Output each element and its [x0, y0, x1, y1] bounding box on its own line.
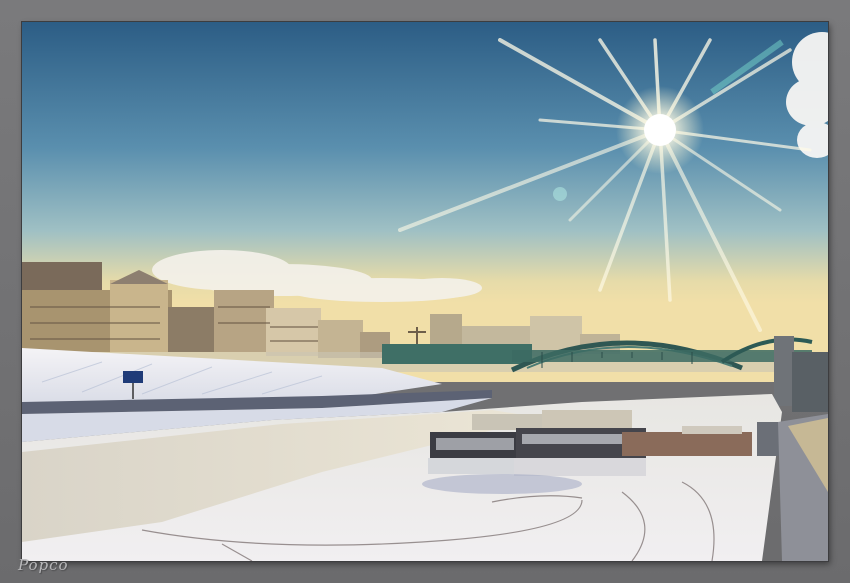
lens-flare-dot: [553, 187, 567, 201]
photographer-signature: Popco: [18, 556, 69, 574]
sign-post: [123, 371, 143, 383]
winter-river-scene: [22, 22, 828, 561]
photograph: [22, 22, 828, 561]
boat-shadow: [422, 474, 582, 494]
photo-frame: [0, 0, 850, 583]
